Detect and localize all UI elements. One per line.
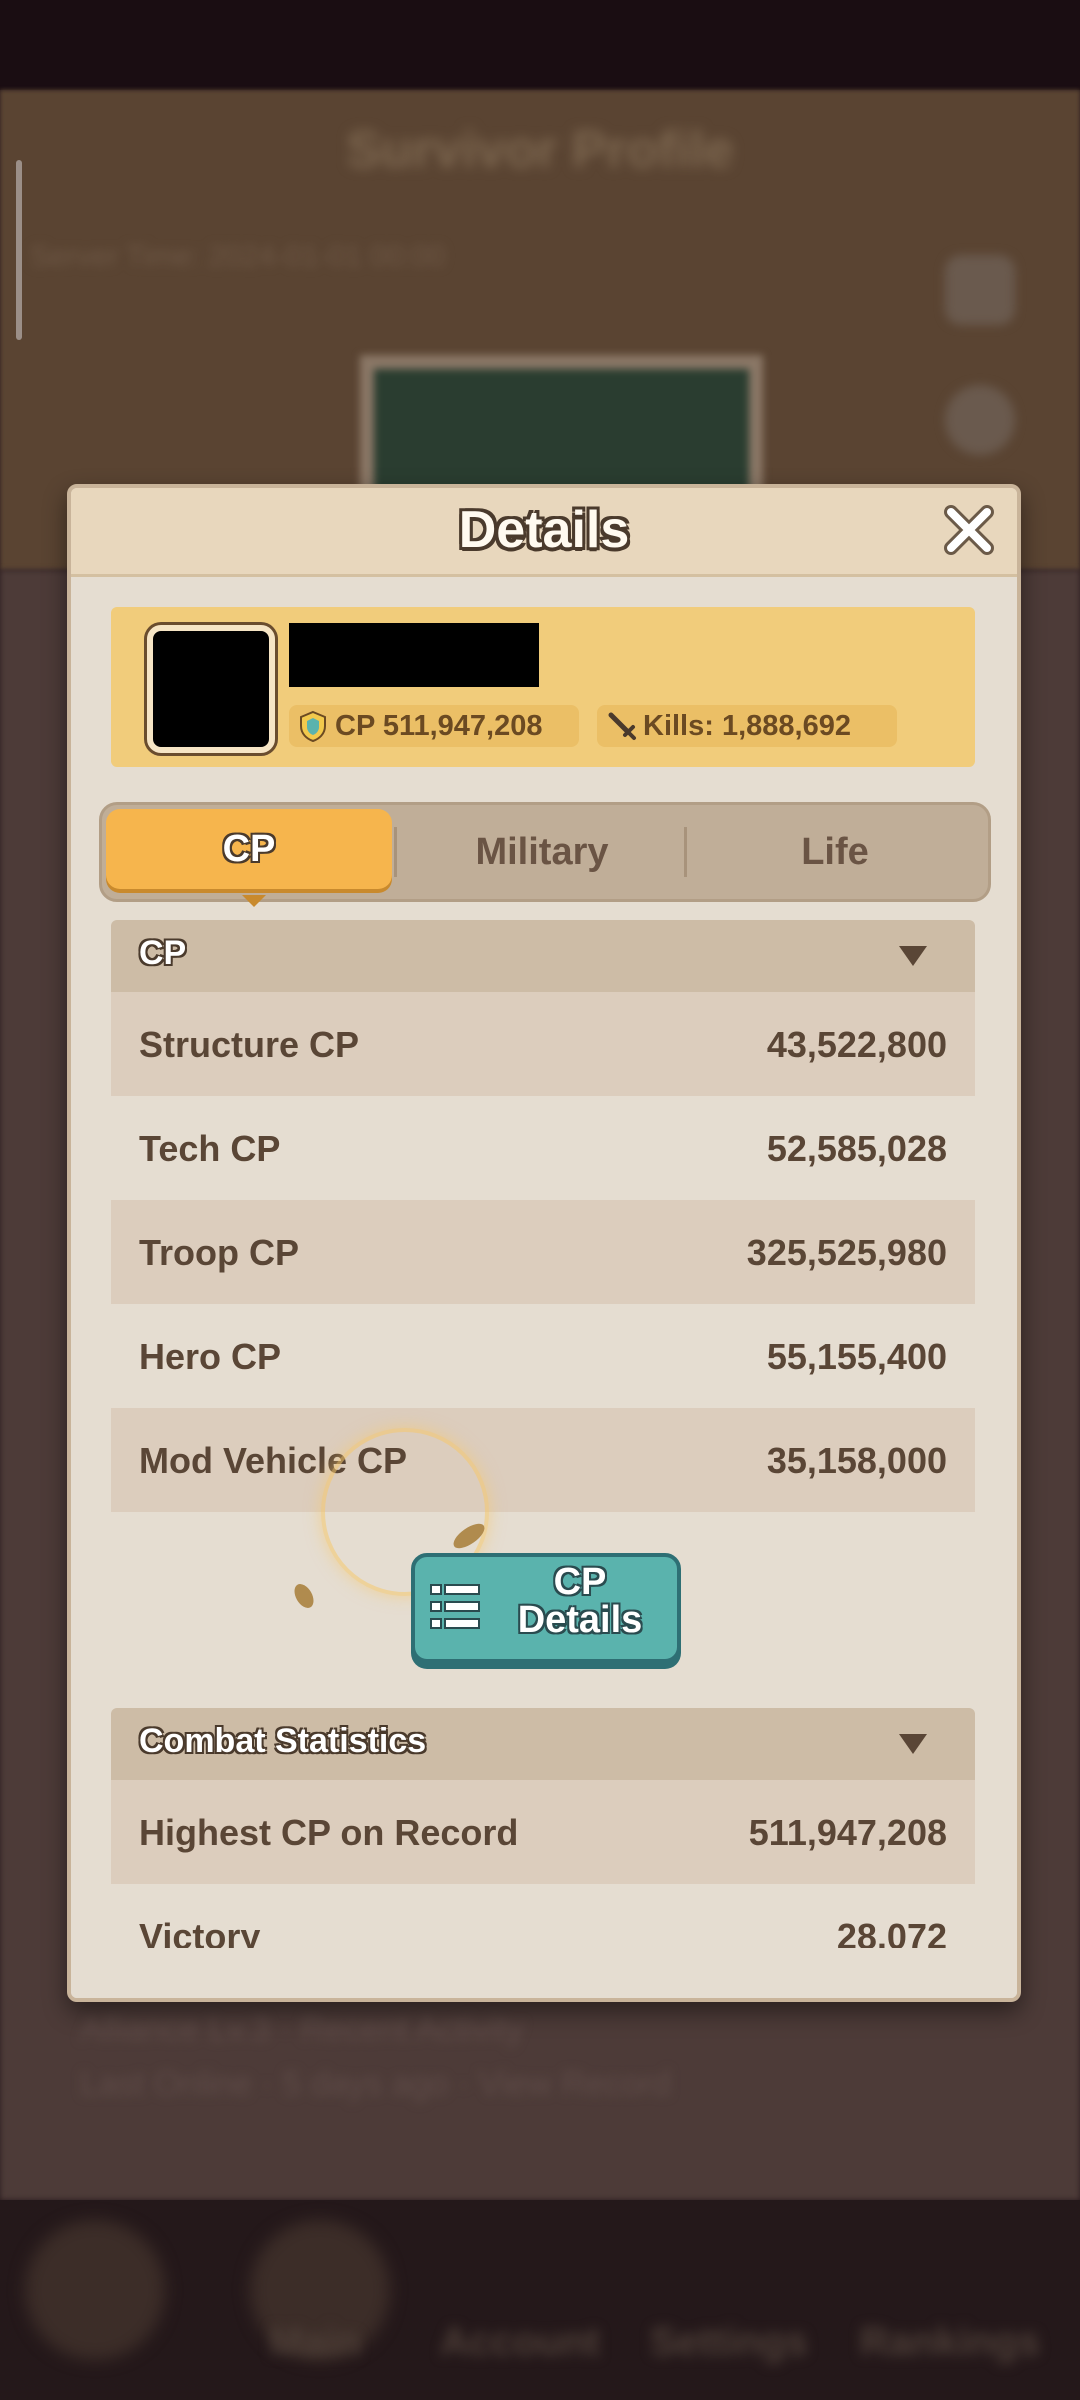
stat-value: 52,585,028 <box>766 1128 947 1169</box>
stat-label: Structure CP <box>139 1024 360 1065</box>
combat-section-header[interactable]: Combat Statistics <box>111 1708 975 1780</box>
background-title: Survivor Profile <box>346 121 734 179</box>
stat-row: Troop CP 325,525,980 <box>111 1200 975 1304</box>
background-side-icon <box>945 385 1015 455</box>
background-banner: Server Time: 2024-01-01 00:00 <box>30 240 446 273</box>
stat-row: Hero CP 55,155,400 <box>111 1304 975 1408</box>
kills-badge: Kills: 1,888,692 <box>597 705 897 747</box>
sword-icon <box>607 709 637 743</box>
tab-bar: CP Military Life <box>99 802 991 907</box>
tab-military[interactable]: Military <box>397 805 687 899</box>
stat-row: Mod Vehicle CP 35,158,000 <box>111 1408 975 1512</box>
stat-label: Highest CP on Record <box>139 1812 519 1853</box>
details-modal: Details CP 511,947,208 Kills: 1,888,692 … <box>67 484 1021 2002</box>
background-text: Alliance Lv.3 · Recent Activity <box>80 2010 524 2048</box>
player-name-redacted <box>289 623 539 687</box>
stat-value: 55,155,400 <box>766 1336 947 1377</box>
scrollbar[interactable] <box>16 160 22 340</box>
nav-item-settings[interactable]: Settings <box>650 2320 808 2365</box>
stat-label: Troop CP <box>139 1232 299 1273</box>
status-bar-area <box>0 0 1080 90</box>
nav-item-rankings[interactable]: Rankings <box>860 2320 1040 2365</box>
nav-item-account[interactable]: Account <box>440 2320 600 2365</box>
modal-header: Details <box>71 488 1017 577</box>
collapse-caret-icon[interactable] <box>899 946 927 966</box>
stat-value: 325,525,980 <box>746 1232 947 1273</box>
cp-details-button[interactable]: CP Details <box>411 1553 681 1663</box>
cp-value: CP 511,947,208 <box>335 709 543 742</box>
list-icon <box>430 1584 480 1629</box>
stat-value: 511,947,208 <box>748 1812 947 1853</box>
active-tab-pointer <box>242 895 266 907</box>
background-text: Last Online · 5 days ago · View Record <box>80 2065 671 2103</box>
stat-row: Highest CP on Record 511,947,208 <box>111 1780 975 1884</box>
leaf-decoration <box>290 1580 318 1612</box>
cp-shield-icon <box>299 709 329 743</box>
modal-title: Details <box>458 501 630 559</box>
section-title: Combat Statistics <box>139 1722 427 1760</box>
background-side-icon <box>945 255 1015 325</box>
section-title: CP <box>139 934 187 972</box>
avatar[interactable] <box>147 625 275 753</box>
stat-row: Tech CP 52,585,028 <box>111 1096 975 1200</box>
tab-divider <box>394 827 397 877</box>
cp-section-header[interactable]: CP <box>111 920 975 992</box>
stat-label: Tech CP <box>139 1128 281 1169</box>
nav-avatar-icon <box>25 2220 165 2360</box>
close-button[interactable] <box>939 500 999 560</box>
tab-life[interactable]: Life <box>687 805 983 899</box>
stat-row: Structure CP 43,522,800 <box>111 992 975 1096</box>
cp-details-label: CP Details <box>517 1561 643 1641</box>
profile-banner: CP 511,947,208 Kills: 1,888,692 <box>111 607 975 767</box>
tab-cp[interactable]: CP <box>106 809 392 889</box>
kills-value: Kills: 1,888,692 <box>643 709 851 742</box>
stat-value: 35,158,000 <box>766 1440 947 1481</box>
collapse-caret-icon[interactable] <box>899 1734 927 1754</box>
modal-bottom-edge <box>71 1948 1017 1998</box>
close-icon <box>944 505 994 555</box>
stat-label: Hero CP <box>139 1336 282 1377</box>
nav-item-main[interactable]: Main <box>240 2320 390 2365</box>
stat-value: 43,522,800 <box>766 1024 947 1065</box>
cp-badge: CP 511,947,208 <box>289 705 579 747</box>
